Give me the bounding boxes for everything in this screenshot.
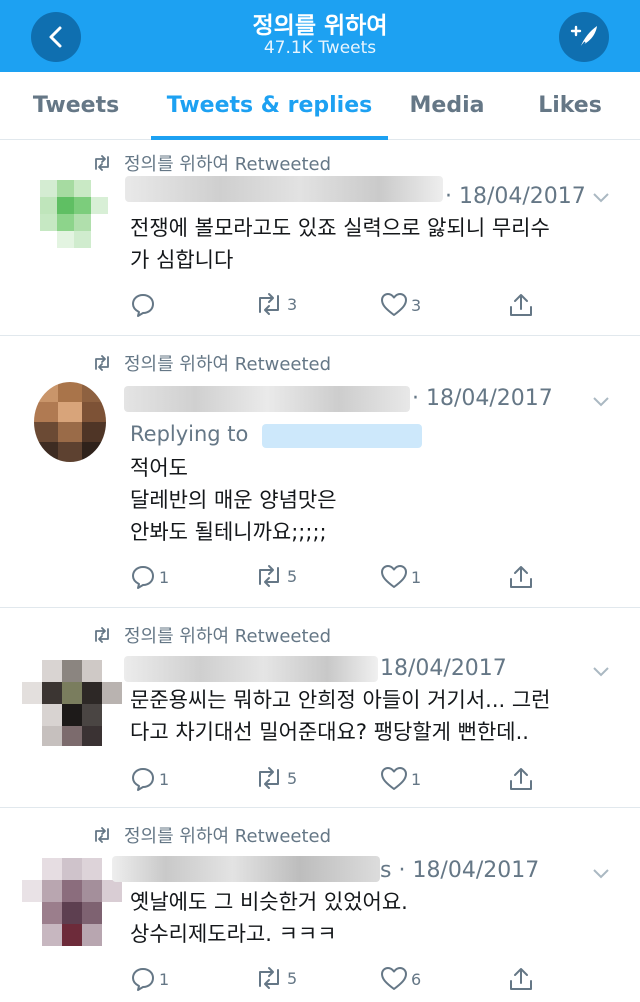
tab-likes[interactable]: Likes bbox=[527, 72, 613, 140]
like-button[interactable]: 1 bbox=[380, 766, 421, 792]
tweet-actions: 3 3 bbox=[130, 292, 550, 322]
avatar[interactable] bbox=[22, 858, 122, 946]
tweet-date[interactable]: s · 18/04/2017 bbox=[380, 858, 539, 883]
chevron-down-icon[interactable] bbox=[592, 864, 610, 883]
reply-icon bbox=[132, 768, 154, 791]
reply-button[interactable]: 1 bbox=[130, 766, 169, 792]
share-icon bbox=[510, 294, 532, 316]
tweet-actions: 1 5 1 bbox=[130, 564, 550, 594]
retweet-icon bbox=[92, 827, 112, 843]
author-name-blurred[interactable] bbox=[124, 656, 378, 682]
chevron-down-icon[interactable] bbox=[592, 392, 610, 411]
reply-icon bbox=[132, 566, 154, 589]
heart-icon bbox=[381, 967, 407, 990]
tweet-text: 적어도 달레반의 매운 양념맛은 안봐도 될테니까요;;;;; bbox=[130, 456, 337, 544]
compose-tweet-button[interactable] bbox=[559, 12, 609, 62]
retweet-context: 정의를 위하여 Retweeted bbox=[92, 622, 331, 648]
profile-header: 정의를 위하여 47.1K Tweets bbox=[0, 0, 640, 72]
tweet-text: 옛날에도 그 비슷한거 있었어요. 상수리제도라고. ㅋㅋㅋ bbox=[130, 890, 408, 946]
like-button[interactable]: 6 bbox=[380, 966, 421, 992]
tweet-date[interactable]: · 18/04/2017 bbox=[445, 184, 586, 209]
retweet-icon bbox=[92, 627, 112, 643]
share-button[interactable] bbox=[508, 564, 537, 590]
tweet-item[interactable]: 정의를 위하여 Retweeted 18/04/2017 문준용씨는 뭐하고 안… bbox=[0, 608, 640, 808]
retweet-icon bbox=[259, 767, 279, 789]
reply-button[interactable]: 1 bbox=[130, 966, 169, 992]
tweet-count: 47.1K Tweets bbox=[263, 38, 377, 58]
page-title: 정의를 위하여 bbox=[252, 13, 388, 39]
chevron-down-icon[interactable] bbox=[592, 662, 610, 681]
compose-feather-icon bbox=[570, 25, 597, 49]
heart-icon bbox=[381, 565, 407, 588]
heart-icon bbox=[381, 767, 407, 790]
share-button[interactable] bbox=[508, 766, 537, 792]
retweet-icon bbox=[92, 155, 112, 171]
tweet-item[interactable]: 정의를 위하여 Retweeted · 18/04/2017 전쟁에 볼모라고도… bbox=[0, 140, 640, 336]
share-button[interactable] bbox=[508, 966, 537, 992]
retweet-context: 정의를 위하여 Retweeted bbox=[92, 822, 331, 848]
share-icon bbox=[510, 566, 532, 588]
retweet-context: 정의를 위하여 Retweeted bbox=[92, 350, 331, 376]
retweet-icon bbox=[259, 293, 279, 315]
avatar[interactable] bbox=[40, 180, 108, 248]
tweet-text: 문준용씨는 뭐하고 안희정 아들이 거기서... 그런 다고 차기대선 밀어준대… bbox=[130, 688, 551, 744]
tab-media[interactable]: Media bbox=[403, 72, 491, 140]
share-icon bbox=[510, 768, 532, 790]
reply-button[interactable] bbox=[130, 292, 159, 318]
share-icon bbox=[510, 968, 532, 990]
chevron-down-icon[interactable] bbox=[592, 188, 610, 207]
tweet-item[interactable]: 정의를 위하여 Retweeted · 18/04/2017 Replying … bbox=[0, 336, 640, 608]
profile-tabs: Tweets Tweets & replies Media Likes bbox=[0, 72, 640, 140]
retweet-button[interactable]: 3 bbox=[254, 292, 297, 316]
tab-tweets[interactable]: Tweets bbox=[20, 72, 132, 140]
avatar[interactable] bbox=[22, 660, 122, 746]
like-button[interactable]: 1 bbox=[380, 564, 421, 590]
retweet-button[interactable]: 5 bbox=[254, 564, 297, 588]
tweet-actions: 1 5 1 bbox=[130, 766, 550, 796]
replying-to-handle-blurred[interactable] bbox=[262, 424, 422, 448]
author-name-blurred[interactable] bbox=[124, 386, 410, 412]
retweet-button[interactable]: 5 bbox=[254, 766, 297, 790]
reply-button[interactable]: 1 bbox=[130, 564, 169, 590]
author-name-blurred[interactable] bbox=[112, 856, 380, 882]
retweet-button[interactable]: 5 bbox=[254, 966, 297, 990]
tweet-actions: 1 5 6 bbox=[130, 966, 550, 996]
share-button[interactable] bbox=[508, 292, 537, 318]
author-name-blurred[interactable] bbox=[125, 176, 443, 202]
avatar[interactable] bbox=[34, 382, 106, 462]
retweet-icon bbox=[259, 967, 279, 989]
retweet-icon bbox=[259, 565, 279, 587]
replying-to-label: Replying to bbox=[130, 422, 249, 446]
tweet-date[interactable]: · 18/04/2017 bbox=[412, 386, 553, 411]
tweet-item[interactable]: 정의를 위하여 Retweeted s · 18/04/2017 옛날에도 그 … bbox=[0, 808, 640, 1002]
reply-icon bbox=[132, 968, 154, 991]
like-button[interactable]: 3 bbox=[380, 292, 421, 318]
tab-tweets-and-replies[interactable]: Tweets & replies bbox=[151, 72, 388, 140]
retweet-icon bbox=[92, 355, 112, 371]
retweet-context: 정의를 위하여 Retweeted bbox=[92, 150, 331, 176]
tweet-text: 전쟁에 볼모라고도 있죠 실력으로 앓되니 무리수 가 심합니다 bbox=[130, 216, 550, 272]
tweet-date[interactable]: 18/04/2017 bbox=[380, 656, 507, 681]
heart-icon bbox=[381, 293, 407, 316]
reply-icon bbox=[132, 294, 154, 317]
